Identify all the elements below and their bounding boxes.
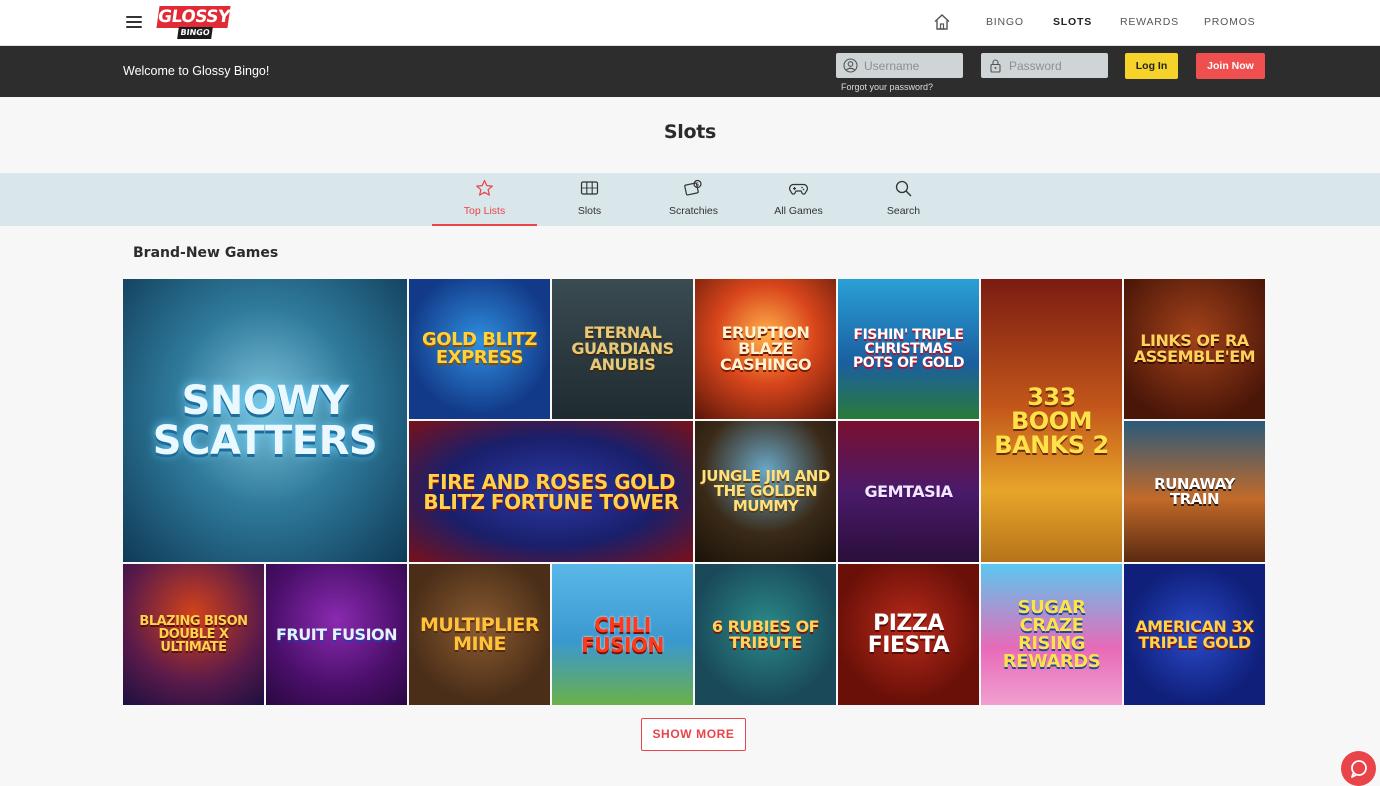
logo-main-text: GLOSSY (156, 6, 232, 28)
game-title: Chili Fusion (581, 612, 664, 657)
user-icon (843, 58, 858, 73)
join-now-button[interactable]: Join Now (1196, 53, 1265, 79)
game-tile-6-rubies-of-tribute[interactable]: 6 Rubies of Tribute (695, 564, 836, 705)
game-tile-snowy-scatters[interactable]: Snowy Scatters (123, 279, 407, 562)
login-bar: Welcome to Glossy Bingo! Forgot your pas… (0, 46, 1380, 97)
game-tile-333-boom-banks-2[interactable]: 333 Boom Banks 2 (981, 279, 1122, 562)
game-title: Runaway Train (1154, 474, 1235, 508)
tab-search[interactable]: Search (851, 173, 956, 226)
search-icon (895, 180, 912, 197)
game-tile-gemtasia[interactable]: Gemtasia (838, 421, 979, 562)
game-title: Multiplier Mine (419, 613, 540, 655)
logo-sub-text: BINGO (177, 27, 213, 39)
tab-top-lists[interactable]: Top Lists (432, 173, 537, 226)
tab-label: All Games (774, 205, 823, 217)
game-title: 333 Boom Banks 2 (994, 382, 1109, 459)
game-title: Pizza Fiesta (867, 610, 950, 658)
game-tile-gold-blitz-express[interactable]: Gold Blitz Express (409, 279, 550, 419)
password-input[interactable] (1009, 53, 1105, 78)
game-title: Fruit Fusion (275, 624, 398, 644)
game-title: Eternal Guardians Anubis (571, 323, 674, 374)
game-tile-fruit-fusion[interactable]: Fruit Fusion (266, 564, 407, 705)
category-tabs: Top Lists Slots $ Scratchies All Games S… (0, 173, 1380, 226)
game-tile-fire-and-roses[interactable]: Fire and Roses Gold Blitz Fortune Tower (409, 421, 693, 562)
game-tile-pizza-fiesta[interactable]: Pizza Fiesta (838, 564, 979, 705)
nav-link-rewards[interactable]: REWARDS (1120, 16, 1179, 28)
section-title: Brand-New Games (133, 245, 279, 261)
nav-link-bingo[interactable]: BINGO (986, 16, 1024, 28)
game-title: Links of Ra Assemble'em (1133, 331, 1256, 366)
game-title: 6 Rubies of Tribute (711, 616, 820, 652)
tab-label: Top Lists (463, 205, 506, 217)
nav-link-slots[interactable]: SLOTS (1053, 16, 1092, 28)
svg-text:$: $ (696, 182, 699, 188)
show-more-button[interactable]: SHOW MORE (641, 718, 746, 751)
game-tile-blazing-bison[interactable]: Blazing Bison Double X Ultimate (123, 564, 264, 705)
star-icon (476, 179, 493, 196)
game-tile-links-of-ra[interactable]: Links of Ra Assemble'em (1124, 279, 1265, 419)
chat-icon (1351, 760, 1367, 778)
slot-machine-icon (580, 181, 599, 195)
forgot-password-link[interactable]: Forgot your password? (841, 82, 933, 92)
username-field (836, 53, 963, 78)
game-tile-multiplier-mine[interactable]: Multiplier Mine (409, 564, 550, 705)
game-title: Blazing Bison Double X Ultimate (139, 614, 248, 655)
tab-all-games[interactable]: All Games (746, 173, 851, 226)
game-tile-american-3x[interactable]: American 3X Triple Gold (1124, 564, 1265, 705)
game-title: Fire and Roses Gold Blitz Fortune Tower (423, 469, 679, 514)
tab-label: Slots (577, 205, 602, 217)
game-tile-sugar-craze[interactable]: Sugar Craze Rising Rewards (981, 564, 1122, 705)
username-input[interactable] (864, 53, 960, 78)
game-tile-runaway-train[interactable]: Runaway Train (1124, 421, 1265, 562)
lock-icon (990, 59, 1001, 73)
game-title: Jungle Jim and the Golden Mummy (701, 467, 830, 515)
game-title: Sugar Craze Rising Rewards (1002, 596, 1101, 672)
top-navigation: GLOSSY BINGO BINGO SLOTS REWARDS PROMOS (0, 0, 1380, 46)
login-button[interactable]: Log In (1125, 53, 1178, 79)
game-title: American 3X Triple Gold (1135, 616, 1254, 652)
chat-button[interactable] (1341, 751, 1376, 786)
welcome-message: Welcome to Glossy Bingo! (123, 64, 270, 78)
game-title: Snowy Scatters (152, 377, 378, 464)
game-tile-eternal-guardians-anubis[interactable]: Eternal Guardians Anubis (552, 279, 693, 419)
glossy-bingo-logo[interactable]: GLOSSY BINGO (156, 6, 232, 40)
game-tile-chili-fusion[interactable]: Chili Fusion (552, 564, 693, 705)
game-title: Gold Blitz Express (422, 329, 537, 368)
tab-scratchies[interactable]: $ Scratchies (641, 173, 746, 226)
game-title: Eruption Blaze Cashingo (719, 323, 812, 374)
menu-icon[interactable] (126, 16, 142, 29)
nav-link-promos[interactable]: PROMOS (1204, 16, 1255, 28)
game-tile-jungle-jim-golden-mummy[interactable]: Jungle Jim and the Golden Mummy (695, 421, 836, 562)
home-icon[interactable] (933, 13, 951, 31)
game-tile-fishin-triple-christmas[interactable]: Fishin' Triple Christmas Pots of Gold (838, 279, 979, 419)
game-tile-eruption-blaze[interactable]: Eruption Blaze Cashingo (695, 279, 836, 419)
page-title: Slots (663, 121, 717, 143)
game-title: Fishin' Triple Christmas Pots of Gold (853, 327, 964, 371)
password-field (981, 53, 1108, 78)
game-title: Gemtasia (864, 481, 953, 501)
tab-label: Search (886, 205, 921, 217)
tab-label: Scratchies (668, 205, 719, 217)
gamepad-icon (789, 183, 808, 195)
scratch-card-icon: $ (684, 179, 702, 196)
tab-slots[interactable]: Slots (537, 173, 642, 226)
